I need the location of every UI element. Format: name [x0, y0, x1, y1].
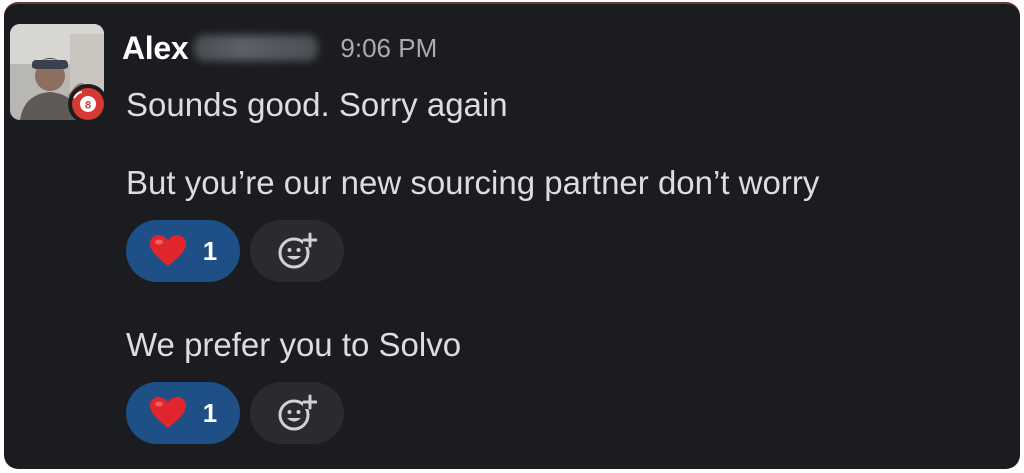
- message-line: We prefer you to Solvo: [126, 326, 462, 363]
- author-surname-redacted: [194, 35, 319, 61]
- message-card: 8 Alex 9:06 PM Sounds good. Sorry again …: [4, 2, 1020, 469]
- pool-ball-badge-icon: 8: [72, 88, 104, 120]
- add-emoji-icon: [278, 232, 317, 269]
- reactions-row: 1: [126, 382, 344, 444]
- add-reaction-button[interactable]: [250, 382, 344, 444]
- heart-reaction-button[interactable]: 1: [126, 220, 240, 282]
- avatar-status-badge: 8: [68, 84, 108, 124]
- badge-number: 8: [85, 100, 91, 112]
- heart-emoji: [149, 235, 186, 266]
- heart-emoji: [149, 397, 186, 428]
- add-emoji-icon: [278, 394, 317, 431]
- reaction-count: 1: [202, 235, 218, 266]
- add-reaction-button[interactable]: [250, 220, 344, 282]
- message-header: Alex 9:06 PM: [122, 26, 437, 70]
- reactions-row: 1: [126, 220, 344, 282]
- timestamp[interactable]: 9:06 PM: [340, 33, 437, 64]
- author-name[interactable]: Alex: [122, 30, 189, 67]
- message-line: Sounds good. Sorry again: [126, 86, 508, 123]
- heart-reaction-button[interactable]: 1: [126, 382, 240, 444]
- reaction-count: 1: [202, 397, 218, 428]
- message-line: But you’re our new sourcing partner don’…: [126, 164, 820, 201]
